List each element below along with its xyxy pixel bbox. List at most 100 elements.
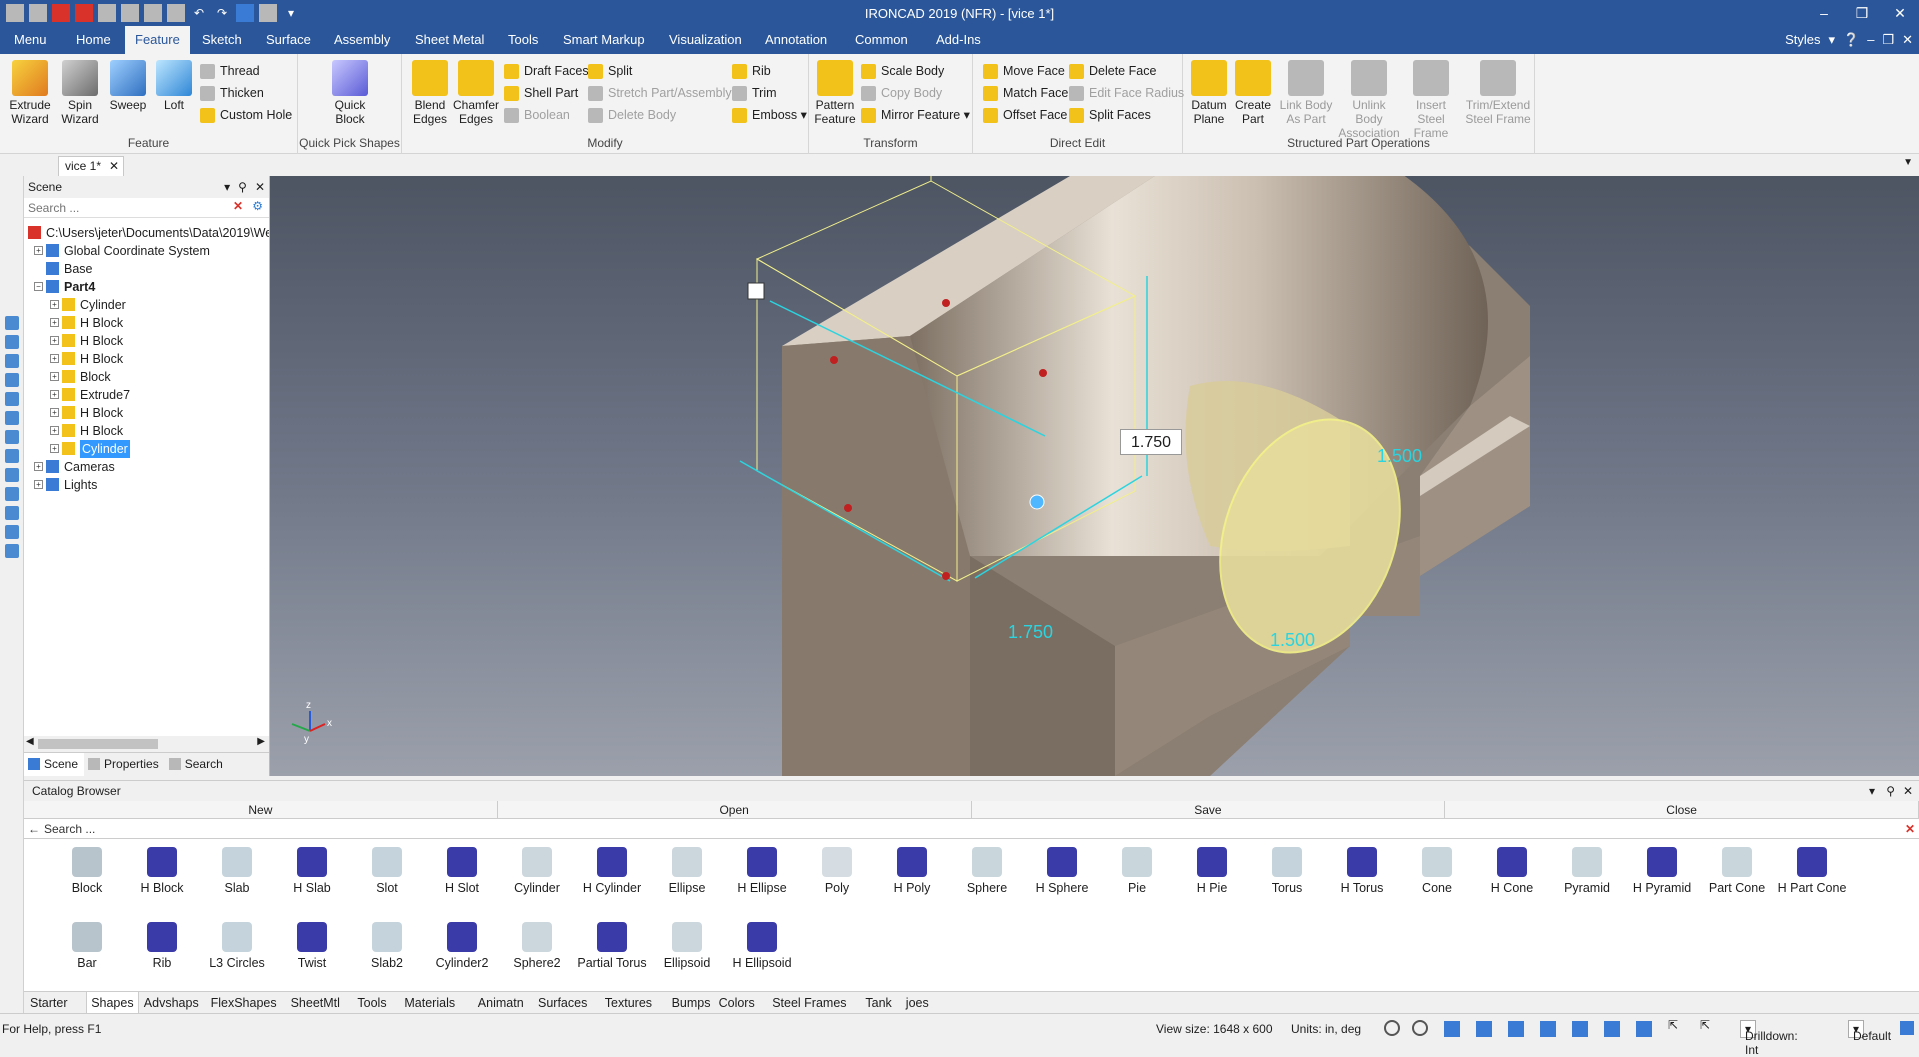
catalog-shape-item[interactable]: H Cylinder [574, 847, 650, 895]
shell-part-button[interactable]: Shell Part [504, 84, 578, 103]
dimension-height-label[interactable]: 1.500 [1377, 446, 1422, 467]
catalog-tab[interactable]: Bumps [672, 992, 711, 1014]
catalog-tab[interactable]: Surfaces [538, 992, 587, 1014]
scroll-thumb[interactable] [38, 739, 158, 749]
view-icon-3[interactable] [1508, 1021, 1524, 1037]
catalog-tab[interactable]: Animatn [478, 992, 524, 1014]
tree-item[interactable]: + H Block [24, 314, 269, 332]
view-tool-12-icon[interactable] [4, 525, 19, 539]
link-body-button[interactable]: Link Body As Part [1278, 60, 1334, 126]
scene-search-input[interactable] [24, 198, 224, 218]
tree-item[interactable]: + Extrude7 [24, 386, 269, 404]
zoom-icon[interactable] [1384, 1020, 1400, 1036]
match-face-button[interactable]: Match Face [983, 84, 1068, 103]
insert-steel-frame-button[interactable]: Insert Steel Frame [1403, 60, 1459, 140]
view-icon-6[interactable] [1604, 1021, 1620, 1037]
zoom-window-icon[interactable] [1412, 1020, 1428, 1036]
catalog-pin-icon[interactable]: ⚲ [1886, 781, 1895, 801]
split-faces-button[interactable]: Split Faces [1069, 106, 1151, 125]
doc-tabs-dropdown-icon[interactable]: ▼ [1903, 157, 1913, 168]
handle-bottom-left[interactable] [844, 504, 852, 512]
expand-icon[interactable]: + [50, 318, 59, 327]
tab-smart-markup[interactable]: Smart Markup [553, 26, 655, 54]
drilldown-select[interactable]: Drilldown: Int ▾ [1740, 1020, 1798, 1057]
catalog-shape-item[interactable]: Slab [199, 847, 275, 895]
anchor-point-icon[interactable] [1029, 494, 1045, 510]
view-tool-5-icon[interactable] [4, 392, 19, 406]
unlink-body-button[interactable]: Unlink Body Association [1337, 60, 1401, 140]
catalog-shape-item[interactable]: H Pyramid [1624, 847, 1700, 895]
tab-visualization[interactable]: Visualization [659, 26, 752, 54]
view-tool-2-icon[interactable] [4, 335, 19, 349]
scroll-left-icon[interactable]: ◀ [26, 736, 34, 747]
catalog-shape-item[interactable]: L3 Circles [199, 922, 275, 970]
cursor-select-icon[interactable]: ⇱ [1668, 1018, 1678, 1032]
mirror-feature-button[interactable]: Mirror Feature ▾ [861, 106, 970, 125]
tab-sheet-metal[interactable]: Sheet Metal [405, 26, 494, 54]
catalog-shape-item[interactable]: H Cone [1474, 847, 1550, 895]
datum-plane-button[interactable]: Datum Plane [1185, 60, 1233, 126]
catalog-shape-item[interactable]: Ellipse [649, 847, 725, 895]
edit-face-radius-button[interactable]: Edit Face Radius [1069, 84, 1184, 103]
tab-properties[interactable]: Properties [84, 753, 165, 776]
trim-button[interactable]: Trim [732, 84, 777, 103]
emboss-button[interactable]: Emboss ▾ [732, 106, 807, 125]
catalog-shape-item[interactable]: H Torus [1324, 847, 1400, 895]
delete-body-button[interactable]: Delete Body [588, 106, 676, 125]
scroll-right-icon[interactable]: ▶ [257, 736, 265, 747]
catalog-tab[interactable]: Textures [605, 992, 652, 1014]
catalog-shape-item[interactable]: H Slab [274, 847, 350, 895]
style-select[interactable]: Default ▾ [1848, 1020, 1891, 1043]
collapse-icon[interactable]: − [34, 282, 43, 291]
tab-feature[interactable]: Feature [125, 26, 190, 54]
copy-body-button[interactable]: Copy Body [861, 84, 942, 103]
catalog-shape-item[interactable]: Poly [799, 847, 875, 895]
catalog-shape-item[interactable]: Slot [349, 847, 425, 895]
catalog-shape-item[interactable]: H Poly [874, 847, 950, 895]
tab-search[interactable]: Search [165, 753, 229, 776]
scene-hscroll[interactable]: ◀ ▶ [24, 736, 269, 752]
catalog-shape-item[interactable]: Pyramid [1549, 847, 1625, 895]
restore-button[interactable]: ❒ [1843, 0, 1881, 26]
tree-item[interactable]: + Lights [24, 476, 269, 494]
expand-icon[interactable]: + [50, 354, 59, 363]
catalog-shape-item[interactable]: Block [49, 847, 125, 895]
thicken-button[interactable]: Thicken [200, 84, 264, 103]
expand-icon[interactable]: + [50, 336, 59, 345]
scene-close-icon[interactable]: ✕ [255, 176, 265, 198]
expand-icon[interactable]: + [50, 390, 59, 399]
catalog-shape-item[interactable]: H Slot [424, 847, 500, 895]
tree-root[interactable]: C:\Users\jeter\Documents\Data\2019\We [24, 224, 269, 242]
tri-ball-handle-icon[interactable] [747, 282, 765, 300]
tab-add-ins[interactable]: Add-Ins [926, 26, 991, 54]
handle-left[interactable] [830, 356, 838, 364]
doc-tab-vice[interactable]: vice 1* ✕ [58, 156, 124, 176]
handle-bottom[interactable] [942, 572, 950, 580]
close-tab-icon[interactable]: ✕ [109, 157, 119, 175]
catalog-shape-item[interactable]: Part Cone [1699, 847, 1775, 895]
tree-item[interactable]: Base [24, 260, 269, 278]
catalog-shape-item[interactable]: Partial Torus [574, 922, 650, 970]
scale-body-button[interactable]: Scale Body [861, 62, 944, 81]
catalog-shape-item[interactable]: Cylinder2 [424, 922, 500, 970]
catalog-save-button[interactable]: Save [972, 801, 1446, 818]
view-icon-2[interactable] [1476, 1021, 1492, 1037]
model-view[interactable]: z x y [270, 176, 1919, 776]
catalog-tab[interactable]: Starter [30, 992, 68, 1014]
styles-dropdown-icon[interactable]: ▾ [1828, 32, 1835, 48]
close-doc-icon[interactable]: ✕ [1902, 32, 1913, 48]
view-icon-7[interactable] [1636, 1021, 1652, 1037]
handle-right[interactable] [1039, 369, 1047, 377]
view-tool-6-icon[interactable] [4, 411, 19, 425]
dimension-depth-label[interactable]: 1.750 [1008, 622, 1053, 643]
minimize-ribbon-icon[interactable]: – [1867, 32, 1874, 48]
pattern-feature-button[interactable]: Pattern Feature [811, 60, 859, 126]
view-tool-7-icon[interactable] [4, 430, 19, 444]
handle-top[interactable] [942, 299, 950, 307]
catalog-shape-item[interactable]: H Part Cone [1774, 847, 1850, 895]
catalog-shape-item[interactable]: H Sphere [1024, 847, 1100, 895]
view-icon-5[interactable] [1572, 1021, 1588, 1037]
view-tool-4-icon[interactable] [4, 373, 19, 387]
view-icon-4[interactable] [1540, 1021, 1556, 1037]
catalog-open-button[interactable]: Open [498, 801, 972, 818]
